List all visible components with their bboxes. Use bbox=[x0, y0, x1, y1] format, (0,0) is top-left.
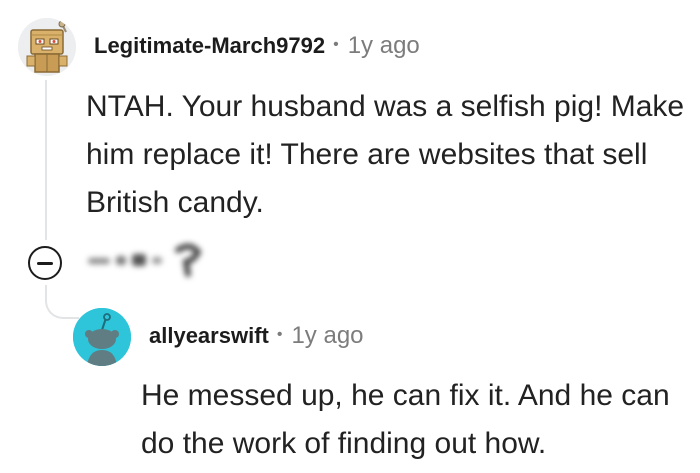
blurred-redacted-content bbox=[86, 240, 216, 280]
comment-header: Legitimate-March9792 • 1y ago bbox=[94, 32, 420, 60]
reply-header: allyearswift • 1y ago bbox=[149, 322, 364, 350]
meta-separator: • bbox=[276, 326, 283, 343]
meta-separator: • bbox=[333, 36, 339, 53]
author-name[interactable]: Legitimate-March9792 bbox=[94, 33, 325, 58]
minus-circle-icon bbox=[37, 261, 53, 265]
comment-timestamp: 1y ago bbox=[347, 32, 420, 59]
reply-body: He messed up, he can fix it. And he can … bbox=[141, 379, 670, 460]
author-name[interactable]: allyearswift bbox=[149, 323, 269, 348]
comment-timestamp: 1y ago bbox=[291, 322, 364, 349]
snoo-avatar-icon bbox=[73, 308, 131, 366]
user-avatar[interactable] bbox=[18, 18, 76, 76]
thread-line bbox=[45, 80, 47, 240]
collapse-thread-button[interactable] bbox=[28, 246, 62, 280]
comment-body: NTAH. Your husband was a selfish pig! Ma… bbox=[86, 90, 685, 219]
reply-connector-line bbox=[45, 285, 79, 319]
user-avatar[interactable] bbox=[73, 308, 131, 366]
robot-box-avatar-icon bbox=[18, 18, 76, 76]
